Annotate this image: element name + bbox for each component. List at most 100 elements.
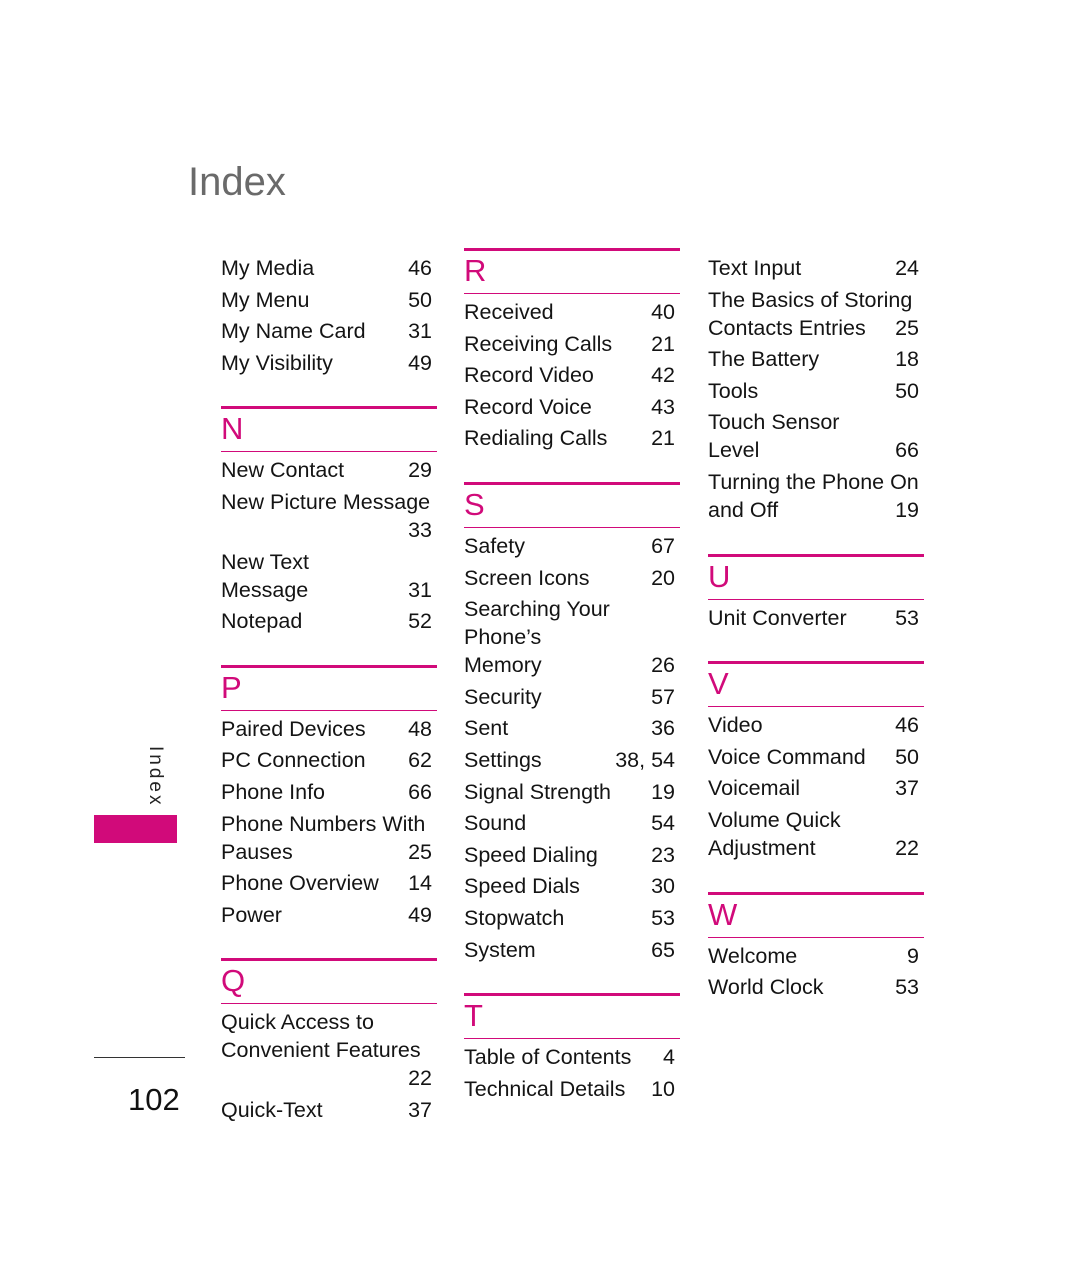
letter-header: P	[221, 664, 437, 711]
index-section-q: Q Quick Access to Convenient Features 22 Qui…	[221, 958, 437, 1124]
entry-term: Video	[708, 713, 763, 738]
index-entry-text-input[interactable]: Text Input 24	[708, 254, 924, 282]
entry-term: New Text Message	[221, 549, 310, 602]
entry-term: Redialing Calls	[464, 426, 608, 451]
index-entry-record-video[interactable]: Record Video 42	[464, 361, 680, 389]
index-entry-table-of-contents[interactable]: Table of Contents 4	[464, 1043, 680, 1071]
entry-term: Screen Icons	[464, 565, 590, 590]
index-entry-voicemail[interactable]: Voicemail 37	[708, 774, 924, 802]
index-entry-stopwatch[interactable]: Stopwatch 53	[464, 904, 680, 932]
index-entry-volume-quick-adjustment[interactable]: Volume Quick Adjustment 22	[708, 806, 924, 862]
index-section-u: U Unit Converter 53	[708, 553, 924, 632]
index-entry-receiving-calls[interactable]: Receiving Calls 21	[464, 330, 680, 358]
entry-page-number: 31	[408, 319, 432, 344]
entry-term: Speed Dials	[464, 874, 580, 899]
entry-page-number: 19	[895, 497, 919, 522]
entry-term: System	[464, 937, 536, 962]
entry-term: Received	[464, 300, 554, 324]
index-entry-searching-your-phone-s-memory[interactable]: Searching Your Phone’s Memory 26	[464, 595, 680, 679]
entry-page-number: 43	[651, 394, 675, 419]
index-entry-unit-converter[interactable]: Unit Converter 53	[708, 604, 924, 632]
index-entry-new-text-message[interactable]: New Text Message 31	[221, 548, 437, 604]
entry-list: Safety 67 Screen Icons 20 Searching Your Pho…	[464, 532, 680, 964]
index-entry-sound[interactable]: Sound 54	[464, 809, 680, 837]
index-entry-phone-overview[interactable]: Phone Overview 14	[221, 869, 437, 897]
entry-page-number: 19	[651, 779, 675, 804]
index-entry-video[interactable]: Video 46	[708, 711, 924, 739]
entry-term: My Name Card	[221, 319, 366, 344]
index-entry-signal-strength[interactable]: Signal Strength 19	[464, 778, 680, 806]
index-section-continued: Text Input 24 The Basics of Storing Contact…	[708, 254, 924, 524]
index-entry-pc-connection[interactable]: PC Connection 62	[221, 746, 437, 774]
index-entry-technical-details[interactable]: Technical Details 10	[464, 1075, 680, 1103]
index-entry-world-clock[interactable]: World Clock 53	[708, 973, 924, 1001]
index-entry-my-name-card[interactable]: My Name Card 31	[221, 317, 437, 345]
letter-header: V	[708, 661, 924, 708]
index-entry-tools[interactable]: Tools 50	[708, 377, 924, 405]
index-entry-my-menu[interactable]: My Menu 50	[221, 286, 437, 314]
entry-list: Welcome 9 World Clock 53	[708, 942, 924, 1002]
index-entry-welcome[interactable]: Welcome 9	[708, 942, 924, 970]
index-entry-speed-dials[interactable]: Speed Dials 30	[464, 872, 680, 900]
index-entry-security[interactable]: Security 57	[464, 683, 680, 711]
index-entry-my-visibility[interactable]: My Visibility 49	[221, 349, 437, 377]
section-letter: P	[221, 669, 242, 705]
entry-term: Paired Devices	[221, 716, 366, 741]
index-entry-screen-icons[interactable]: Screen Icons 20	[464, 564, 680, 592]
index-entry-the-basics-of-storing-contacts-entries[interactable]: The Basics of Storing Contacts Entries 25	[708, 286, 924, 342]
entry-page-number: 48	[408, 716, 432, 741]
entry-page-number: 37	[895, 776, 919, 801]
index-entry-phone-numbers-with-pauses[interactable]: Phone Numbers With Pauses 25	[221, 810, 437, 866]
letter-header: N	[221, 406, 437, 453]
entry-term: Safety	[464, 533, 525, 558]
entry-page-number: 22	[895, 835, 919, 860]
entry-page-number: 46	[408, 256, 432, 280]
index-entry-touch-sensor-level[interactable]: Touch Sensor Level 66	[708, 408, 924, 464]
index-entry-redialing-calls[interactable]: Redialing Calls 21	[464, 424, 680, 452]
index-entry-the-battery[interactable]: The Battery 18	[708, 345, 924, 373]
index-entry-quick-access-to-convenient-features[interactable]: Quick Access to Convenient Features 22	[221, 1008, 437, 1092]
index-entry-paired-devices[interactable]: Paired Devices 48	[221, 715, 437, 743]
entry-page-number: 62	[408, 748, 432, 773]
entry-term: Voicemail	[708, 776, 801, 801]
index-entry-power[interactable]: Power 49	[221, 901, 437, 929]
entry-page-number: 9	[907, 943, 919, 968]
index-entry-new-contact[interactable]: New Contact 29	[221, 456, 437, 484]
entry-page-number: 53	[895, 975, 919, 1000]
entry-page-number: 50	[895, 378, 919, 403]
entry-term: My Menu	[221, 287, 310, 312]
entry-page-number: 50	[408, 287, 432, 312]
entry-term: New Picture Message	[221, 489, 431, 514]
entry-page-number: 66	[408, 779, 432, 804]
section-letter: T	[464, 998, 483, 1034]
index-entry-notepad[interactable]: Notepad 52	[221, 607, 437, 635]
entry-page-number: 25	[895, 315, 919, 340]
entry-page-number: 42	[651, 363, 675, 388]
index-entry-sent[interactable]: Sent 36	[464, 714, 680, 742]
letter-header: S	[464, 481, 680, 528]
entry-term: New Contact	[221, 458, 345, 483]
entry-page-number: 46	[895, 713, 919, 738]
entry-page-number: 29	[408, 458, 432, 483]
index-entry-phone-info[interactable]: Phone Info 66	[221, 778, 437, 806]
index-entry-record-voice[interactable]: Record Voice 43	[464, 393, 680, 421]
index-column-2: R Received 40 Receiving Calls 21 Record Video…	[464, 248, 680, 1106]
index-section-r: R Received 40 Receiving Calls 21 Record Video…	[464, 248, 680, 452]
index-entry-new-picture-message[interactable]: New Picture Message 33	[221, 488, 437, 544]
index-entry-quick-text[interactable]: Quick-Text 37	[221, 1096, 437, 1124]
index-entry-settings[interactable]: Settings 38, 54	[464, 746, 680, 774]
entry-page-number: 65	[651, 937, 675, 962]
index-entry-received[interactable]: Received 40	[464, 298, 680, 326]
index-section-t: T Table of Contents 4 Technical Details 10	[464, 993, 680, 1103]
letter-header: W	[708, 891, 924, 938]
index-entry-my-media[interactable]: My Media 46	[221, 254, 437, 282]
index-entry-system[interactable]: System 65	[464, 936, 680, 964]
index-entry-voice-command[interactable]: Voice Command 50	[708, 743, 924, 771]
index-entry-safety[interactable]: Safety 67	[464, 532, 680, 560]
index-entry-speed-dialing[interactable]: Speed Dialing 23	[464, 841, 680, 869]
index-entry-turning-the-phone-on-and-off[interactable]: Turning the Phone On and Off 19	[708, 468, 924, 524]
entry-term: The Battery	[708, 347, 820, 372]
entry-term: Stopwatch	[464, 905, 565, 930]
